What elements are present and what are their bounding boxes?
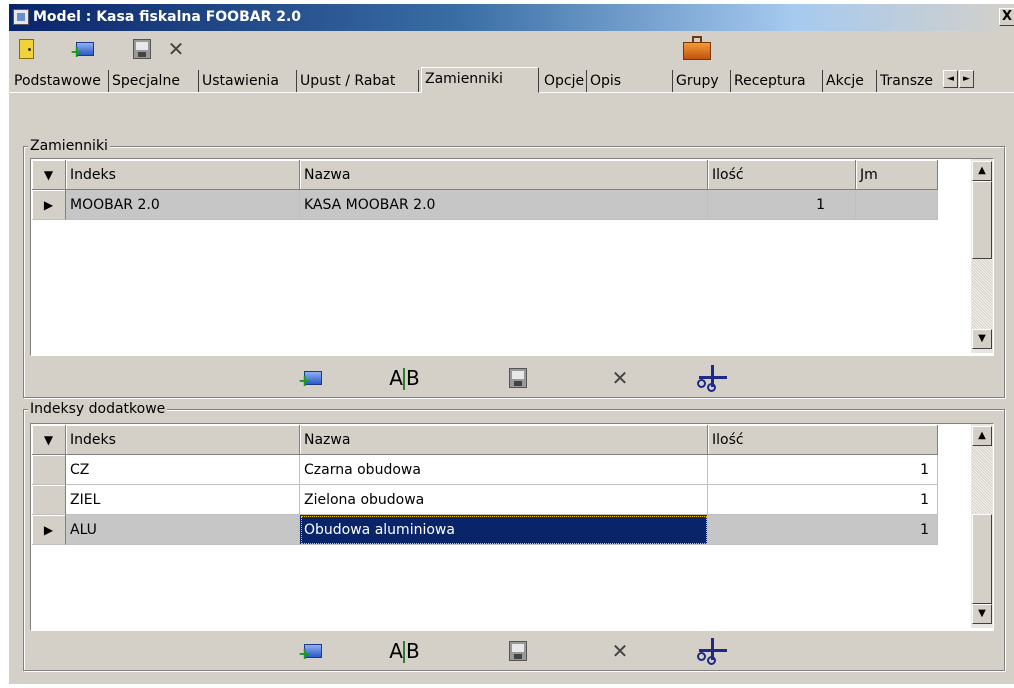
cell-nazwa[interactable]: KASA MOOBAR 2.0	[300, 190, 708, 220]
zamienniki-vertical-scrollbar[interactable]: ▲ ▼	[971, 159, 993, 353]
exit-door-icon	[18, 39, 34, 59]
tab-transze[interactable]: Transze	[877, 70, 943, 92]
row-indicator: ▶	[32, 515, 66, 545]
column-header-nazwa[interactable]: Nazwa	[300, 425, 708, 455]
add-item-icon: +	[298, 369, 322, 389]
zamienniki-group: Zamienniki ▼ Indeks Nazwa Ilość Jm ▶ MOO…	[23, 138, 1005, 398]
cell-ilosc[interactable]: 1	[708, 485, 938, 515]
tab-opis[interactable]: Opis	[587, 70, 673, 92]
cell-nazwa[interactable]: Zielona obudowa	[300, 485, 708, 515]
column-header-ilosc[interactable]: Ilość	[708, 160, 856, 190]
add-item-icon: +	[70, 40, 94, 60]
row-indicator: ▶	[32, 190, 66, 220]
tab-opcje[interactable]: Opcje	[541, 70, 587, 92]
zamienniki-group-title: Zamienniki	[28, 138, 110, 154]
tab-scroll-right-button[interactable]: ►	[959, 70, 974, 88]
grid-save-button[interactable]	[500, 363, 536, 393]
grid-add-button[interactable]: +	[292, 363, 328, 393]
delete-x-icon: ✕	[167, 37, 185, 61]
row-indicator	[32, 455, 66, 485]
tab-ustawienia[interactable]: Ustawienia	[199, 70, 297, 92]
grid-edit-button[interactable]: AB	[386, 636, 422, 666]
briefcase-icon[interactable]	[683, 36, 711, 60]
cell-indeks[interactable]: MOOBAR 2.0	[66, 190, 300, 220]
cell-ilosc[interactable]: 1	[708, 190, 856, 220]
scissors-icon	[695, 363, 729, 393]
tab-receptura[interactable]: Receptura	[731, 70, 823, 92]
scroll-thumb[interactable]	[972, 514, 992, 604]
column-header-indeks[interactable]: Indeks	[66, 160, 300, 190]
delete-x-icon: ✕	[611, 366, 629, 390]
zamienniki-grid[interactable]: ▼ Indeks Nazwa Ilość Jm ▶ MOOBAR 2.0 KAS…	[30, 158, 994, 356]
tab-strip: Podstawowe Specjalne Ustawienia Upust / …	[9, 67, 1014, 93]
exit-button[interactable]	[13, 37, 39, 61]
grid-add-button[interactable]: +	[292, 636, 328, 666]
tab-grupy[interactable]: Grupy	[673, 70, 731, 92]
grid-delete-button[interactable]: ✕	[602, 636, 638, 666]
close-button[interactable]: X	[999, 8, 1014, 26]
main-toolbar: + ✕	[9, 31, 1014, 67]
add-item-icon: +	[298, 642, 322, 662]
save-button[interactable]	[129, 37, 155, 61]
grid-save-button[interactable]	[500, 636, 536, 666]
grid-delete-button[interactable]: ✕	[602, 363, 638, 393]
rename-ab-icon: AB	[389, 366, 420, 390]
indeksy-group-title: Indeksy dodatkowe	[28, 401, 168, 417]
scissors-icon	[695, 636, 729, 666]
indeksy-grid[interactable]: ▼ Indeks Nazwa Ilość CZ Czarna obudowa 1…	[30, 423, 994, 631]
column-header-jm[interactable]: Jm	[856, 160, 938, 190]
scroll-up-button[interactable]: ▲	[972, 161, 992, 181]
cell-jm[interactable]	[856, 190, 938, 220]
indeksy-vertical-scrollbar[interactable]: ▲ ▼	[971, 424, 993, 628]
delete-button[interactable]: ✕	[163, 37, 189, 61]
row-indicator	[32, 485, 66, 515]
scroll-down-button[interactable]: ▼	[972, 329, 992, 349]
tab-upust-rabat[interactable]: Upust / Rabat	[297, 70, 419, 92]
model-window: Model : Kasa fiskalna FOOBAR 2.0 X + ✕ P…	[8, 4, 1014, 684]
title-bar[interactable]: Model : Kasa fiskalna FOOBAR 2.0 X	[9, 4, 1014, 31]
tab-specjalne[interactable]: Specjalne	[109, 70, 199, 92]
add-button[interactable]: +	[69, 37, 95, 61]
grid-edit-button[interactable]: AB	[386, 363, 422, 393]
window-icon	[13, 9, 29, 25]
column-header-nazwa[interactable]: Nazwa	[300, 160, 708, 190]
grid-cut-button[interactable]	[694, 363, 730, 393]
cell-nazwa-focused[interactable]: Obudowa aluminiowa	[300, 515, 708, 545]
scroll-thumb[interactable]	[972, 181, 992, 259]
save-disk-icon	[509, 641, 527, 661]
column-header-ilosc[interactable]: Ilość	[708, 425, 938, 455]
scroll-down-button[interactable]: ▼	[972, 604, 992, 624]
rename-ab-icon: AB	[389, 639, 420, 663]
grid-cut-button[interactable]	[694, 636, 730, 666]
tab-scroll-left-button[interactable]: ◄	[943, 70, 958, 88]
cell-indeks[interactable]: CZ	[66, 455, 300, 485]
delete-x-icon: ✕	[611, 639, 629, 663]
column-menu-button[interactable]: ▼	[32, 160, 66, 190]
tab-podstawowe[interactable]: Podstawowe	[11, 70, 109, 92]
tab-akcje[interactable]: Akcje	[823, 70, 877, 92]
save-disk-icon	[509, 368, 527, 388]
window-title: Model : Kasa fiskalna FOOBAR 2.0	[33, 9, 302, 25]
cell-indeks[interactable]: ALU	[66, 515, 300, 545]
cell-ilosc[interactable]: 1	[708, 515, 938, 545]
column-menu-button[interactable]: ▼	[32, 425, 66, 455]
save-disk-icon	[133, 39, 151, 59]
indeksy-dodatkowe-group: Indeksy dodatkowe ▼ Indeks Nazwa Ilość C…	[23, 401, 1005, 671]
scroll-up-button[interactable]: ▲	[972, 426, 992, 446]
cell-ilosc[interactable]: 1	[708, 455, 938, 485]
cell-nazwa[interactable]: Czarna obudowa	[300, 455, 708, 485]
cell-indeks[interactable]: ZIEL	[66, 485, 300, 515]
column-header-indeks[interactable]: Indeks	[66, 425, 300, 455]
tab-zamienniki[interactable]: Zamienniki	[421, 67, 539, 93]
